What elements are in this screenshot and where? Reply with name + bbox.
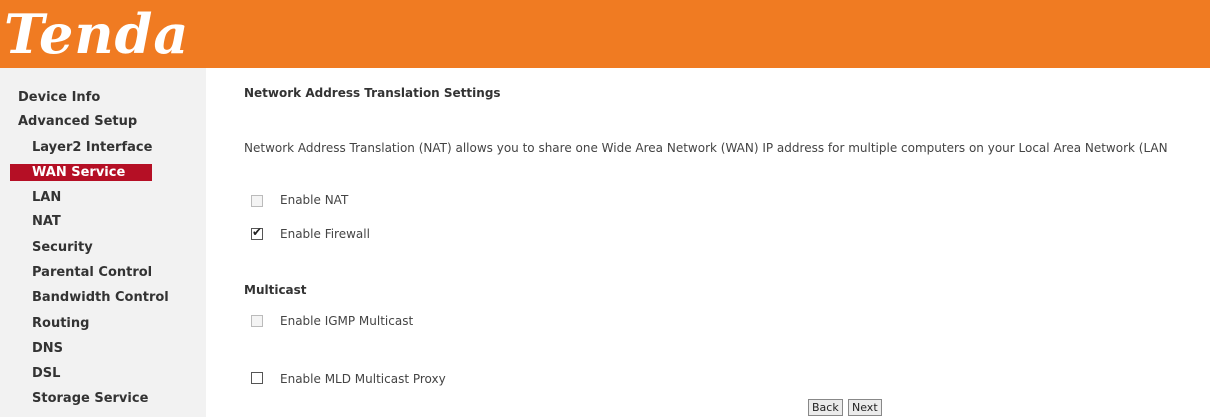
sidebar-item-dns[interactable]: DNS bbox=[32, 339, 63, 359]
enable-nat-label: Enable NAT bbox=[280, 193, 349, 207]
sidebar-item-lan[interactable]: LAN bbox=[32, 188, 61, 208]
main-content: Network Address Translation Settings Net… bbox=[206, 68, 1210, 417]
enable-firewall-label: Enable Firewall bbox=[280, 227, 370, 241]
sidebar-item-wan-service[interactable]: WAN Service bbox=[10, 164, 152, 181]
enable-mld-label: Enable MLD Multicast Proxy bbox=[280, 372, 446, 386]
tenda-logo: Tenda bbox=[4, 2, 190, 66]
sidebar-item-parental-control[interactable]: Parental Control bbox=[32, 263, 152, 283]
sidebar-item-layer2-interface[interactable]: Layer2 Interface bbox=[32, 138, 152, 158]
enable-igmp-label: Enable IGMP Multicast bbox=[280, 314, 414, 328]
sidebar-item-advanced-setup[interactable]: Advanced Setup bbox=[18, 112, 137, 132]
next-button[interactable]: Next bbox=[848, 399, 882, 416]
back-button[interactable]: Back bbox=[808, 399, 843, 416]
multicast-title: Multicast bbox=[244, 283, 307, 297]
sidebar-item-routing[interactable]: Routing bbox=[32, 314, 89, 334]
sidebar-item-security[interactable]: Security bbox=[32, 238, 93, 258]
enable-mld-checkbox[interactable] bbox=[251, 372, 263, 384]
sidebar-item-dsl[interactable]: DSL bbox=[32, 364, 60, 384]
sidebar-item-nat[interactable]: NAT bbox=[32, 212, 61, 232]
sidebar-nav: Device Info Advanced Setup Layer2 Interf… bbox=[0, 68, 206, 417]
nat-description: Network Address Translation (NAT) allows… bbox=[244, 141, 1168, 155]
enable-nat-checkbox[interactable] bbox=[251, 195, 263, 207]
sidebar-item-bandwidth-control[interactable]: Bandwidth Control bbox=[32, 288, 169, 308]
page-title: Network Address Translation Settings bbox=[244, 86, 501, 100]
header-bar: Tenda bbox=[0, 0, 1210, 68]
sidebar-item-storage-service[interactable]: Storage Service bbox=[32, 389, 148, 409]
enable-firewall-checkbox[interactable] bbox=[251, 225, 263, 240]
enable-igmp-checkbox[interactable] bbox=[251, 315, 263, 327]
sidebar-item-device-info[interactable]: Device Info bbox=[18, 88, 100, 108]
